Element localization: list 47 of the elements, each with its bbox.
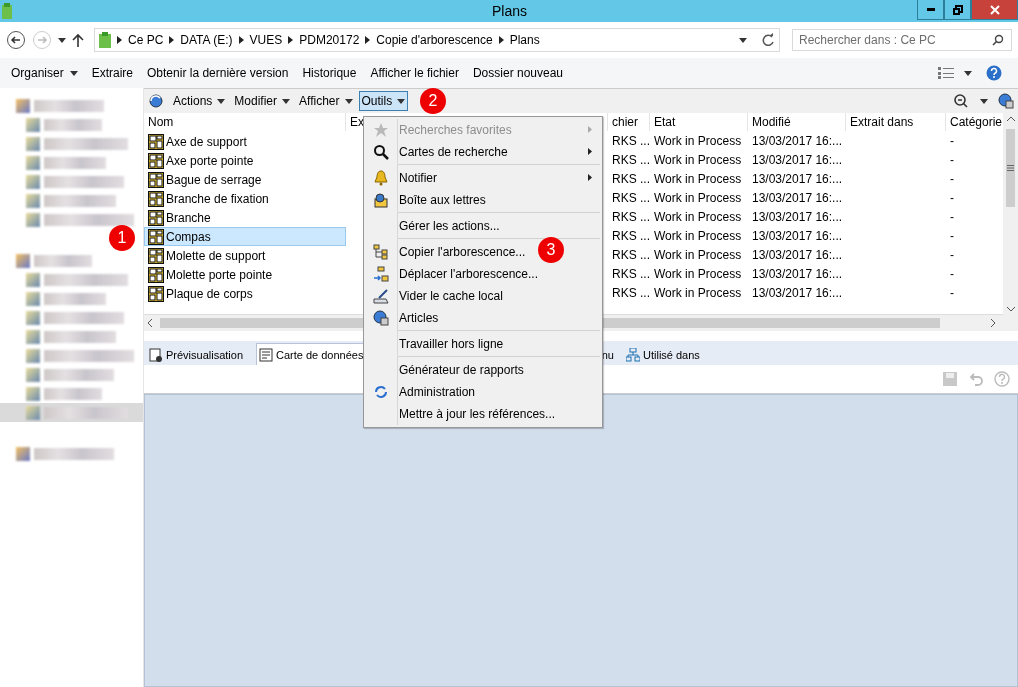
file-name: Branche <box>166 210 211 225</box>
table-cell-text: RKS ... <box>611 227 650 245</box>
table-cell-text: 13/03/2017 16:... <box>751 265 844 283</box>
file-name: Molette porte pointe <box>166 267 273 282</box>
table-cell-text: 13/03/2017 16:... <box>751 132 844 150</box>
table-cell-text: 13/03/2017 16:... <box>751 189 844 207</box>
table-cell-text: - <box>949 151 955 169</box>
table-cell-text: Work in Process <box>653 189 743 207</box>
table-cell-text: - <box>949 170 955 188</box>
table-cell-text: Work in Process <box>653 170 743 188</box>
table-cell-text: RKS ... <box>611 284 650 302</box>
table-cell-text: - <box>949 265 955 283</box>
table-cell-text: 13/03/2017 16:... <box>751 227 844 245</box>
table-cell-text: 13/03/2017 16:... <box>751 151 844 169</box>
table-cell-text: - <box>949 246 955 264</box>
file-name: Molette de support <box>166 248 266 263</box>
table-cell-text: 13/03/2017 16:... <box>751 246 844 264</box>
table-cell-text: Work in Process <box>653 151 743 169</box>
table-cell-text: Work in Process <box>653 284 743 302</box>
table-cell-text: RKS ... <box>611 208 650 226</box>
file-name: Branche de fixation <box>166 191 269 206</box>
table-cell-text: Work in Process <box>653 246 743 264</box>
table-cell-text: RKS ... <box>611 151 650 169</box>
file-name: Plaque de corps <box>166 286 253 301</box>
table-cell-text: 13/03/2017 16:... <box>751 284 844 302</box>
table-cell-text: RKS ... <box>611 189 650 207</box>
table-cell-text: Work in Process <box>653 208 743 226</box>
table-cell-text: RKS ... <box>611 170 650 188</box>
file-name: Axe porte pointe <box>166 153 254 168</box>
file-name: Axe de support <box>166 134 247 149</box>
table-cell-text: RKS ... <box>611 246 650 264</box>
table-cell-text: RKS ... <box>611 265 650 283</box>
table-cell-text: - <box>949 132 955 150</box>
table-cell-text: 13/03/2017 16:... <box>751 208 844 226</box>
file-name: Bague de serrage <box>166 172 262 187</box>
table-cell-text: - <box>949 208 955 226</box>
table-cell-text: 13/03/2017 16:... <box>751 170 844 188</box>
file-name: Compas <box>166 229 211 244</box>
window-title: Plans <box>492 3 527 19</box>
table-cell-text: Work in Process <box>653 227 743 245</box>
table-cell-text: - <box>949 284 955 302</box>
table-cell-text: Work in Process <box>653 132 743 150</box>
step-number-badge: 1 <box>109 225 135 251</box>
table-cell-text: RKS ... <box>611 132 650 150</box>
table-cell-text: Work in Process <box>653 265 743 283</box>
table-cell-text: - <box>949 189 955 207</box>
table-cell-text: - <box>949 227 955 245</box>
